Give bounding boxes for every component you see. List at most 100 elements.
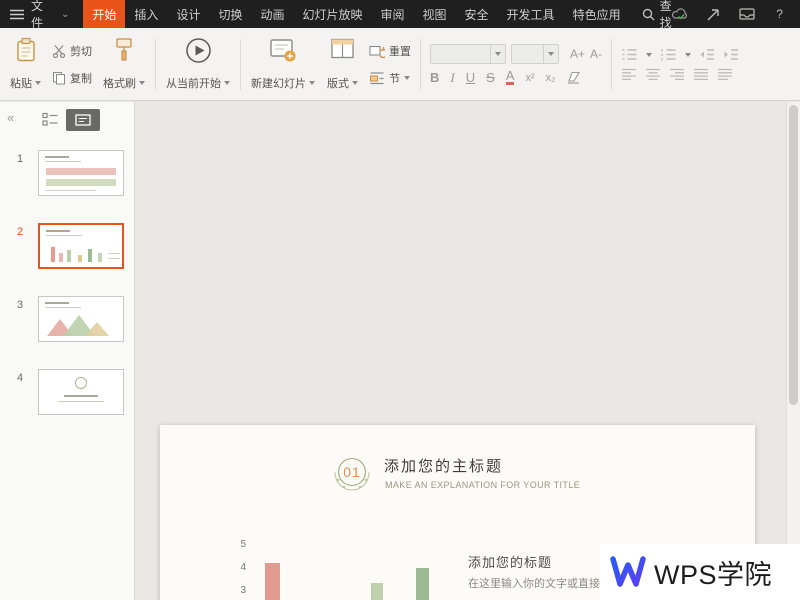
decrease-indent-button[interactable] bbox=[699, 48, 715, 61]
tab-security[interactable]: 安全 bbox=[456, 0, 498, 28]
paste-caret-icon bbox=[35, 81, 41, 85]
title-wreath-icon[interactable]: 01 bbox=[328, 449, 376, 497]
format-painter-button[interactable]: 格式刷 bbox=[97, 32, 151, 97]
reset-icon bbox=[369, 44, 385, 58]
layout-caret-icon bbox=[352, 81, 358, 85]
copy-button[interactable]: 复制 bbox=[49, 69, 95, 87]
section-label: 节 bbox=[389, 70, 400, 86]
tab-slideshow[interactable]: 幻灯片放映 bbox=[293, 0, 371, 28]
search-icon bbox=[642, 8, 655, 21]
strikethrough-button[interactable]: S bbox=[486, 70, 495, 85]
slide-number: 3 bbox=[17, 299, 23, 311]
section-caret-icon bbox=[404, 76, 410, 80]
section-icon bbox=[369, 71, 385, 85]
tab-review[interactable]: 审阅 bbox=[372, 0, 414, 28]
paragraph-group bbox=[616, 32, 744, 97]
chart-bar bbox=[416, 568, 429, 600]
italic-button[interactable]: I bbox=[450, 70, 454, 86]
font-size-combo[interactable] bbox=[511, 44, 559, 64]
superscript-button[interactable]: x² bbox=[525, 72, 534, 84]
collapse-panel-button[interactable]: « bbox=[7, 110, 14, 125]
ribbon-tabs: 开始 插入 设计 切换 动画 幻灯片放映 审阅 视图 安全 开发工具 特色应用 bbox=[83, 0, 629, 28]
clipboard-group: 剪切 复制 bbox=[47, 32, 97, 97]
bold-button[interactable]: B bbox=[430, 70, 439, 85]
scrollbar-thumb[interactable] bbox=[789, 105, 798, 405]
paste-label: 粘贴 bbox=[10, 75, 32, 91]
reset-label: 重置 bbox=[389, 43, 411, 59]
slide-subtitle[interactable]: MAKE AN EXPLANATION FOR YOUR TITLE bbox=[385, 480, 580, 490]
font-color-button[interactable]: A bbox=[506, 70, 515, 85]
wps-logo-icon bbox=[610, 556, 646, 588]
font-name-combo[interactable] bbox=[430, 44, 506, 64]
scissors-icon bbox=[52, 44, 66, 58]
cut-label: 剪切 bbox=[70, 43, 92, 59]
subscript-button[interactable]: x₂ bbox=[546, 72, 556, 84]
justify-button[interactable] bbox=[693, 68, 709, 81]
play-from-current-label: 从当前开始 bbox=[166, 75, 221, 91]
numbered-list-caret-icon bbox=[685, 53, 691, 57]
tab-special-features[interactable]: 特色应用 bbox=[564, 0, 630, 28]
slide-number-selected: 2 bbox=[17, 226, 23, 238]
underline-button[interactable]: U bbox=[466, 70, 475, 85]
app-menu-button[interactable]: 文件 bbox=[0, 0, 53, 28]
editing-canvas[interactable]: 01 添加您的主标题 MAKE AN EXPLANATION FOR YOUR … bbox=[136, 102, 786, 600]
ribbon-separator bbox=[420, 39, 421, 90]
slide-number: 1 bbox=[17, 153, 23, 165]
share-button[interactable] bbox=[705, 5, 723, 23]
ribbon-toolbar: 粘贴 剪切 复制 格式刷 从当前开始 新建幻灯 bbox=[0, 28, 800, 101]
section-button[interactable]: 节 bbox=[366, 69, 414, 87]
play-from-current-button[interactable]: 从当前开始 bbox=[160, 32, 236, 97]
messages-button[interactable] bbox=[738, 5, 756, 23]
align-left-button[interactable] bbox=[621, 68, 637, 81]
grow-font-button[interactable]: A+ bbox=[570, 47, 585, 61]
slide-body-title[interactable]: 添加您的标题 bbox=[468, 552, 552, 571]
slide-number: 4 bbox=[17, 372, 23, 384]
new-slide-label: 新建幻灯片 bbox=[251, 75, 306, 91]
search-label: 查找 bbox=[660, 0, 672, 31]
y-axis-label: 3 bbox=[232, 585, 246, 596]
slide-thumbnail-2[interactable] bbox=[38, 223, 124, 269]
search-button[interactable]: 查找 bbox=[642, 0, 672, 31]
reset-button[interactable]: 重置 bbox=[366, 42, 414, 60]
paste-button[interactable]: 粘贴 bbox=[4, 32, 47, 97]
help-button[interactable]: ? bbox=[771, 5, 789, 23]
tab-view[interactable]: 视图 bbox=[414, 0, 456, 28]
distribute-text-button[interactable] bbox=[717, 68, 733, 81]
tab-insert[interactable]: 插入 bbox=[125, 0, 167, 28]
cut-button[interactable]: 剪切 bbox=[49, 42, 95, 60]
align-right-button[interactable] bbox=[669, 68, 685, 81]
clear-format-button[interactable] bbox=[566, 71, 581, 84]
tab-design[interactable]: 设计 bbox=[167, 0, 209, 28]
slide-thumbnail-3[interactable] bbox=[38, 296, 124, 342]
copy-icon bbox=[52, 71, 66, 85]
tab-transitions[interactable]: 切换 bbox=[209, 0, 251, 28]
thumb-preview bbox=[45, 156, 69, 158]
tab-animation[interactable]: 动画 bbox=[251, 0, 293, 28]
format-painter-caret-icon bbox=[139, 81, 145, 85]
tab-home[interactable]: 开始 bbox=[83, 0, 125, 28]
slide-view-icon bbox=[75, 114, 91, 126]
layout-icon bbox=[330, 37, 356, 62]
clipboard-icon bbox=[15, 37, 37, 63]
format-painter-icon bbox=[114, 37, 134, 63]
slide-title[interactable]: 添加您的主标题 bbox=[384, 455, 503, 476]
vertical-scrollbar[interactable] bbox=[786, 102, 800, 600]
slide-body-text[interactable]: 在这里输入你的文字或直接 bbox=[468, 575, 600, 591]
quick-access-caret-icon[interactable]: ⌄ bbox=[53, 9, 77, 20]
format-painter-label: 格式刷 bbox=[103, 75, 136, 91]
shrink-font-button[interactable]: A- bbox=[590, 47, 602, 61]
align-center-button[interactable] bbox=[645, 68, 661, 81]
layout-button[interactable]: 版式 bbox=[321, 32, 364, 97]
cloud-sync-button[interactable] bbox=[672, 5, 690, 23]
numbered-list-button[interactable] bbox=[660, 48, 677, 61]
thumbnail-view-button[interactable] bbox=[66, 109, 100, 131]
outline-view-button[interactable] bbox=[42, 112, 59, 127]
y-axis-label: 4 bbox=[232, 562, 246, 573]
slide-thumbnail-1[interactable] bbox=[38, 150, 124, 196]
new-slide-button[interactable]: 新建幻灯片 bbox=[245, 32, 321, 97]
tab-devtools[interactable]: 开发工具 bbox=[498, 0, 564, 28]
bullet-list-button[interactable] bbox=[621, 48, 638, 61]
slide-thumbnail-4[interactable] bbox=[38, 369, 124, 415]
increase-indent-button[interactable] bbox=[723, 48, 739, 61]
font-name-caret-icon bbox=[490, 45, 505, 63]
